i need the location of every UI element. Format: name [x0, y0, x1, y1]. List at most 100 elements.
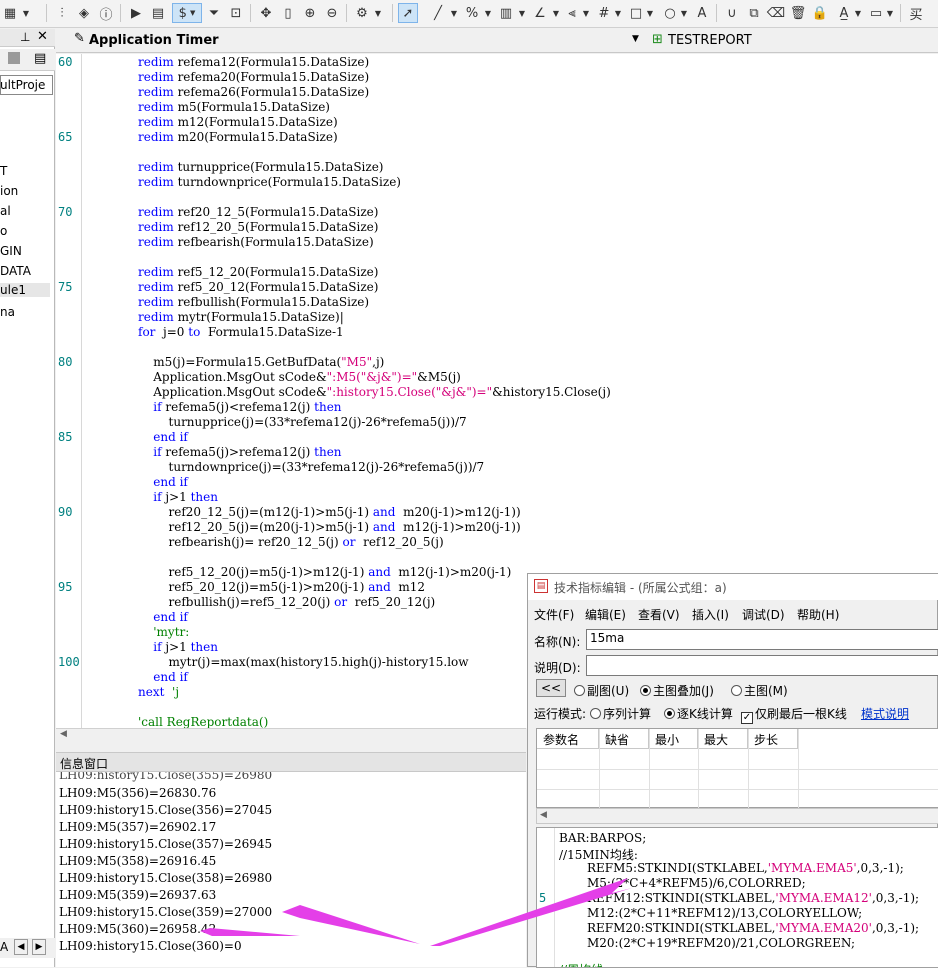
grid-col-line: [798, 729, 799, 809]
rectangle-icon[interactable]: □: [626, 3, 646, 23]
trash-icon[interactable]: 🗑: [788, 3, 808, 23]
toolbar-separator: [120, 4, 121, 22]
tree-item[interactable]: na: [0, 305, 15, 319]
filter-icon[interactable]: ⏷: [204, 3, 224, 23]
lock-icon[interactable]: 🔒: [810, 3, 830, 23]
menu-debug[interactable]: 调试(D): [742, 606, 785, 623]
checkbox-last-bar-only[interactable]: ✓ 仅刷最后一根K线: [741, 705, 847, 724]
chevron-down-icon[interactable]: ▼: [372, 3, 384, 23]
chevron-down-icon[interactable]: ▼: [644, 3, 656, 23]
zoom-in-icon[interactable]: ⊕: [300, 3, 320, 23]
dialog-menubar: 文件(F) 编辑(E) 查看(V) 插入(I) 调试(D) 帮助(H): [528, 604, 938, 624]
fib-icon[interactable]: ⫷: [562, 3, 582, 23]
stop-icon[interactable]: [8, 52, 20, 64]
vertical-bar-icon[interactable]: ▯: [278, 3, 298, 23]
formula-editor[interactable]: 5 BAR:BARPOS;//15MIN均线: REFM5:STKINDI(STK…: [536, 827, 938, 968]
close-icon[interactable]: ✕: [37, 29, 48, 44]
name-input[interactable]: 15ma: [586, 629, 938, 650]
editor-tab-title[interactable]: Application Timer: [89, 33, 219, 48]
scroll-left-icon[interactable]: ◀: [60, 729, 67, 739]
radio-per-bar-calc[interactable]: 逐K线计算: [664, 705, 733, 722]
trend-icon[interactable]: ⊡: [226, 3, 246, 23]
more-tools-icon[interactable]: 买: [906, 3, 926, 23]
chevron-down-icon[interactable]: ▼: [20, 3, 32, 23]
chevron-down-icon[interactable]: ▼: [482, 3, 494, 23]
log-line: LH09:M5(360)=26958.42: [59, 922, 217, 936]
menu-insert[interactable]: 插入(I): [692, 606, 729, 623]
document-icon[interactable]: ▤: [148, 3, 168, 23]
tab-next-icon[interactable]: ▶: [32, 939, 46, 955]
text-tool-icon[interactable]: A: [692, 3, 712, 23]
eraser-icon[interactable]: ⌫: [766, 3, 786, 23]
editor-tabbar: ✎ Application Timer ▼ ⊞ TESTREPORT: [56, 29, 938, 53]
chevron-down-icon[interactable]: ▼: [678, 3, 690, 23]
chevron-down-icon[interactable]: ▼: [550, 3, 562, 23]
pin-icon[interactable]: ⊥: [20, 30, 30, 44]
chevron-down-icon[interactable]: ▼: [852, 3, 864, 23]
radio-main-overlay[interactable]: 主图叠加(J): [640, 682, 714, 699]
percent-icon[interactable]: %: [462, 3, 482, 23]
new-file-icon[interactable]: ▤: [34, 51, 46, 66]
tree-item[interactable]: T: [0, 164, 7, 178]
zoom-out-icon[interactable]: ⊖: [322, 3, 342, 23]
chevron-down-icon[interactable]: ▼: [612, 3, 624, 23]
tree-item[interactable]: GIN: [0, 244, 22, 258]
angle-icon[interactable]: ∠: [530, 3, 550, 23]
menu-help[interactable]: 帮助(H): [797, 606, 839, 623]
code-line: end if: [138, 430, 188, 444]
chevron-down-icon[interactable]: ▼: [580, 3, 592, 23]
play-icon[interactable]: ▶: [126, 3, 146, 23]
copy-icon[interactable]: ⧉: [744, 3, 764, 23]
line-number: 90: [58, 505, 73, 519]
editor-horizontal-scrollbar[interactable]: ◀: [56, 728, 526, 742]
toolbar-separator: [250, 4, 251, 22]
diamond-icon[interactable]: ◈: [74, 3, 94, 23]
ellipse-icon[interactable]: ○: [660, 3, 680, 23]
pointer-icon[interactable]: ➚: [398, 3, 418, 23]
chevron-down-icon[interactable]: ▼: [516, 3, 528, 23]
chevron-down-icon[interactable]: ▼: [884, 3, 896, 23]
menu-view[interactable]: 查看(V): [638, 606, 680, 623]
text-color-icon[interactable]: A̲: [834, 3, 854, 23]
tab-prev-icon[interactable]: ◀: [14, 939, 28, 955]
candlestick-icon[interactable]: ⫶: [52, 3, 72, 23]
magnet-icon[interactable]: ∪: [722, 3, 742, 23]
gear-icon[interactable]: ⚙: [352, 3, 372, 23]
tree-item[interactable]: al: [0, 204, 11, 218]
grid-layout-icon[interactable]: ▦: [0, 3, 20, 23]
tree-item-selected[interactable]: ule1: [0, 283, 50, 297]
parameter-grid[interactable]: 参数名 缺省 最小 最大 步长: [536, 728, 938, 809]
info-window-body[interactable]: LH09:history15.Close(355)=26980 LH09:M5(…: [56, 772, 526, 967]
channel-icon[interactable]: ▥: [496, 3, 516, 23]
bottom-tab-label[interactable]: A: [0, 940, 8, 954]
tree-item[interactable]: DATA: [0, 264, 31, 278]
radio-sequence-calc[interactable]: 序列计算: [590, 705, 651, 722]
description-input[interactable]: [586, 655, 938, 676]
bottom-tab-strip: A ◀ ▶: [0, 938, 55, 958]
dollar-dropdown[interactable]: $ ▼: [172, 3, 202, 23]
chevron-down-icon[interactable]: ▼: [632, 34, 639, 44]
tree-item[interactable]: o: [0, 224, 7, 238]
menu-file[interactable]: 文件(F): [534, 606, 574, 623]
hash-icon[interactable]: #: [594, 3, 614, 23]
back-button[interactable]: <<: [536, 679, 566, 697]
grid-row-line: [537, 789, 938, 790]
info-circle-icon[interactable]: ⓘ: [96, 3, 116, 23]
radio-main-chart[interactable]: 主图(M): [731, 682, 788, 699]
radio-sub-chart[interactable]: 副图(U): [574, 682, 629, 699]
move-icon[interactable]: ✥: [256, 3, 276, 23]
report-title[interactable]: TESTREPORT: [668, 33, 752, 48]
scroll-left-icon[interactable]: ◀: [540, 810, 547, 820]
line-tool-icon[interactable]: ╱: [428, 3, 448, 23]
save-template-icon[interactable]: ▭: [866, 3, 886, 23]
formula-gutter: 5: [537, 828, 555, 967]
menu-edit[interactable]: 编辑(E): [585, 606, 626, 623]
chevron-down-icon[interactable]: ▼: [448, 3, 460, 23]
tree-item[interactable]: ion: [0, 184, 18, 198]
grid-horizontal-scrollbar[interactable]: ◀: [536, 808, 938, 824]
project-combo[interactable]: ultProje: [0, 75, 53, 95]
code-line: redim m20(Formula15.DataSize): [138, 130, 338, 144]
info-window-title: 信息窗口: [60, 757, 109, 771]
mode-help-link[interactable]: 模式说明: [861, 705, 909, 722]
grid-col-line: [748, 729, 749, 809]
